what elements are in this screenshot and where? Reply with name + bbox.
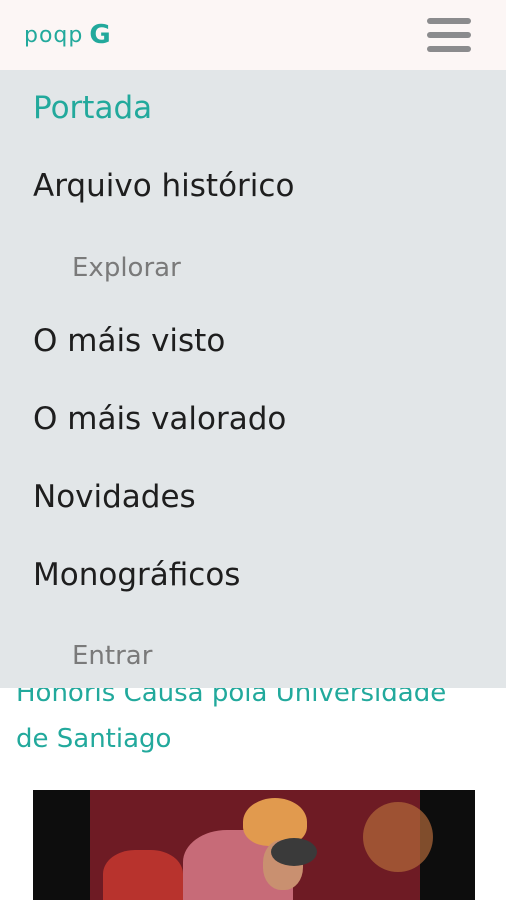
- menu-item-portada[interactable]: Portada: [33, 88, 152, 128]
- site-logo[interactable]: poqp G: [24, 18, 111, 52]
- menu-item-monograficos[interactable]: Monográficos: [33, 555, 240, 595]
- menu-item-mais-valorado[interactable]: O máis valorado: [33, 399, 286, 439]
- menu-item-mais-visto[interactable]: O máis visto: [33, 321, 225, 361]
- menu-item-arquivo-historico[interactable]: Arquivo histórico: [33, 166, 294, 206]
- headline-line-2: de Santiago: [16, 724, 172, 754]
- menu-item-explorar[interactable]: Explorar: [72, 250, 181, 286]
- hamburger-icon[interactable]: [424, 15, 474, 57]
- navigation-menu: Portada Arquivo histórico Explorar O mái…: [0, 70, 506, 688]
- menu-item-novidades[interactable]: Novidades: [33, 477, 196, 517]
- top-bar: poqp G: [0, 0, 506, 70]
- article-preview: Honoris Causa pola Universidade de Santi…: [0, 670, 506, 900]
- logo-mark: G: [89, 20, 111, 50]
- article-photo[interactable]: [33, 790, 475, 900]
- logo-text: poqp: [24, 22, 84, 48]
- menu-item-entrar[interactable]: Entrar: [72, 638, 152, 674]
